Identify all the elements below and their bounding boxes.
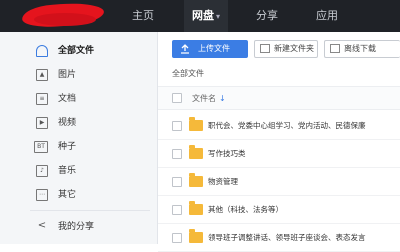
other-icon: ⋯ — [36, 189, 48, 201]
column-filename[interactable]: 文件名 ↓ — [192, 93, 226, 104]
row-checkbox[interactable] — [172, 177, 182, 187]
folder-icon — [189, 201, 203, 215]
nav-netdisk[interactable]: 网盘 ▾ — [184, 0, 229, 32]
sidebar-item-my-shares[interactable]: < 我的分享 — [0, 216, 158, 238]
sidebar-item-torrents[interactable]: BT 种子 — [0, 136, 158, 158]
sidebar-item-label: 我的分享 — [58, 222, 95, 232]
sidebar-item-label: 全部文件 — [58, 46, 95, 56]
folder-icon — [189, 173, 203, 187]
upload-button[interactable]: 上传文件 — [172, 40, 248, 58]
upload-button-label: 上传文件 — [198, 44, 230, 53]
nav-share[interactable]: 分享 — [256, 0, 278, 32]
table-row[interactable]: 其他（科技、法务等） — [158, 196, 400, 224]
all-files-icon — [36, 45, 48, 57]
new-folder-button-label: 新建文件夹 — [274, 44, 314, 53]
logo-mark — [34, 13, 96, 26]
row-checkbox[interactable] — [172, 233, 182, 243]
video-icon: ▶ — [36, 117, 48, 129]
column-filename-label: 文件名 — [192, 94, 216, 103]
folder-icon — [189, 117, 203, 131]
download-icon — [330, 44, 340, 53]
new-folder-icon — [260, 44, 270, 53]
sidebar-item-documents[interactable]: ≡ 文档 — [0, 88, 158, 110]
sidebar-item-videos[interactable]: ▶ 视频 — [0, 112, 158, 134]
file-name[interactable]: 职代会、党委中心组学习、党内活动、民德保廉 — [208, 120, 366, 131]
sidebar-item-label: 种子 — [58, 142, 77, 152]
table-row[interactable]: 领导班子调整讲话、领导班子座谈会、表态发言 — [158, 224, 400, 252]
row-checkbox[interactable] — [172, 121, 182, 131]
share-icon: < — [37, 220, 47, 231]
image-icon: ▲ — [36, 69, 48, 81]
chevron-down-icon: ▾ — [216, 12, 221, 21]
sidebar-divider — [30, 210, 150, 211]
sidebar-item-label: 视频 — [58, 118, 77, 128]
torrent-icon: BT — [34, 141, 48, 153]
document-icon: ≡ — [36, 93, 48, 105]
top-nav-bar: 主页 网盘 ▾ 分享 应用 — [0, 0, 400, 32]
nav-netdisk-label: 网盘 — [192, 9, 214, 22]
sidebar-item-label: 图片 — [58, 70, 77, 80]
row-checkbox[interactable] — [172, 149, 182, 159]
offline-download-button[interactable]: 离线下载 — [324, 40, 400, 58]
sidebar-item-label: 文档 — [58, 94, 77, 104]
sidebar-item-label: 音乐 — [58, 166, 77, 176]
folder-icon — [189, 145, 203, 159]
select-all-checkbox[interactable] — [172, 93, 182, 103]
sidebar-item-other[interactable]: ⋯ 其它 — [0, 184, 158, 206]
new-folder-button[interactable]: 新建文件夹 — [254, 40, 318, 58]
nav-home[interactable]: 主页 — [132, 0, 154, 32]
offline-download-button-label: 离线下载 — [344, 44, 376, 53]
sidebar: 全部文件 ▲ 图片 ≡ 文档 ▶ 视频 BT 种子 ♪ 音乐 ⋯ 其它 < 我的… — [0, 32, 158, 244]
sort-arrow-icon: ↓ — [219, 94, 226, 103]
upload-icon — [181, 44, 189, 54]
row-checkbox[interactable] — [172, 205, 182, 215]
nav-apps[interactable]: 应用 — [316, 0, 338, 32]
table-row[interactable]: 职代会、党委中心组学习、党内活动、民德保廉 — [158, 112, 400, 140]
file-list-header: 文件名 ↓ — [158, 86, 400, 110]
file-name[interactable]: 其他（科技、法务等） — [208, 204, 283, 215]
file-name[interactable]: 物资管理 — [208, 176, 238, 187]
sidebar-item-music[interactable]: ♪ 音乐 — [0, 160, 158, 182]
sidebar-item-all-files[interactable]: 全部文件 — [0, 40, 158, 62]
folder-icon — [189, 229, 203, 243]
sidebar-item-images[interactable]: ▲ 图片 — [0, 64, 158, 86]
breadcrumb[interactable]: 全部文件 — [172, 68, 204, 79]
file-name[interactable]: 写作技巧类 — [208, 148, 246, 159]
file-name[interactable]: 领导班子调整讲话、领导班子座谈会、表态发言 — [208, 232, 366, 243]
table-row[interactable]: 写作技巧类 — [158, 140, 400, 168]
table-row[interactable]: 物资管理 — [158, 168, 400, 196]
music-icon: ♪ — [36, 165, 48, 177]
sidebar-item-label: 其它 — [58, 190, 77, 200]
file-area: 上传文件 新建文件夹 离线下载 全部文件 文件名 ↓ 职代会、党委中心组学习、党内… — [158, 32, 400, 252]
